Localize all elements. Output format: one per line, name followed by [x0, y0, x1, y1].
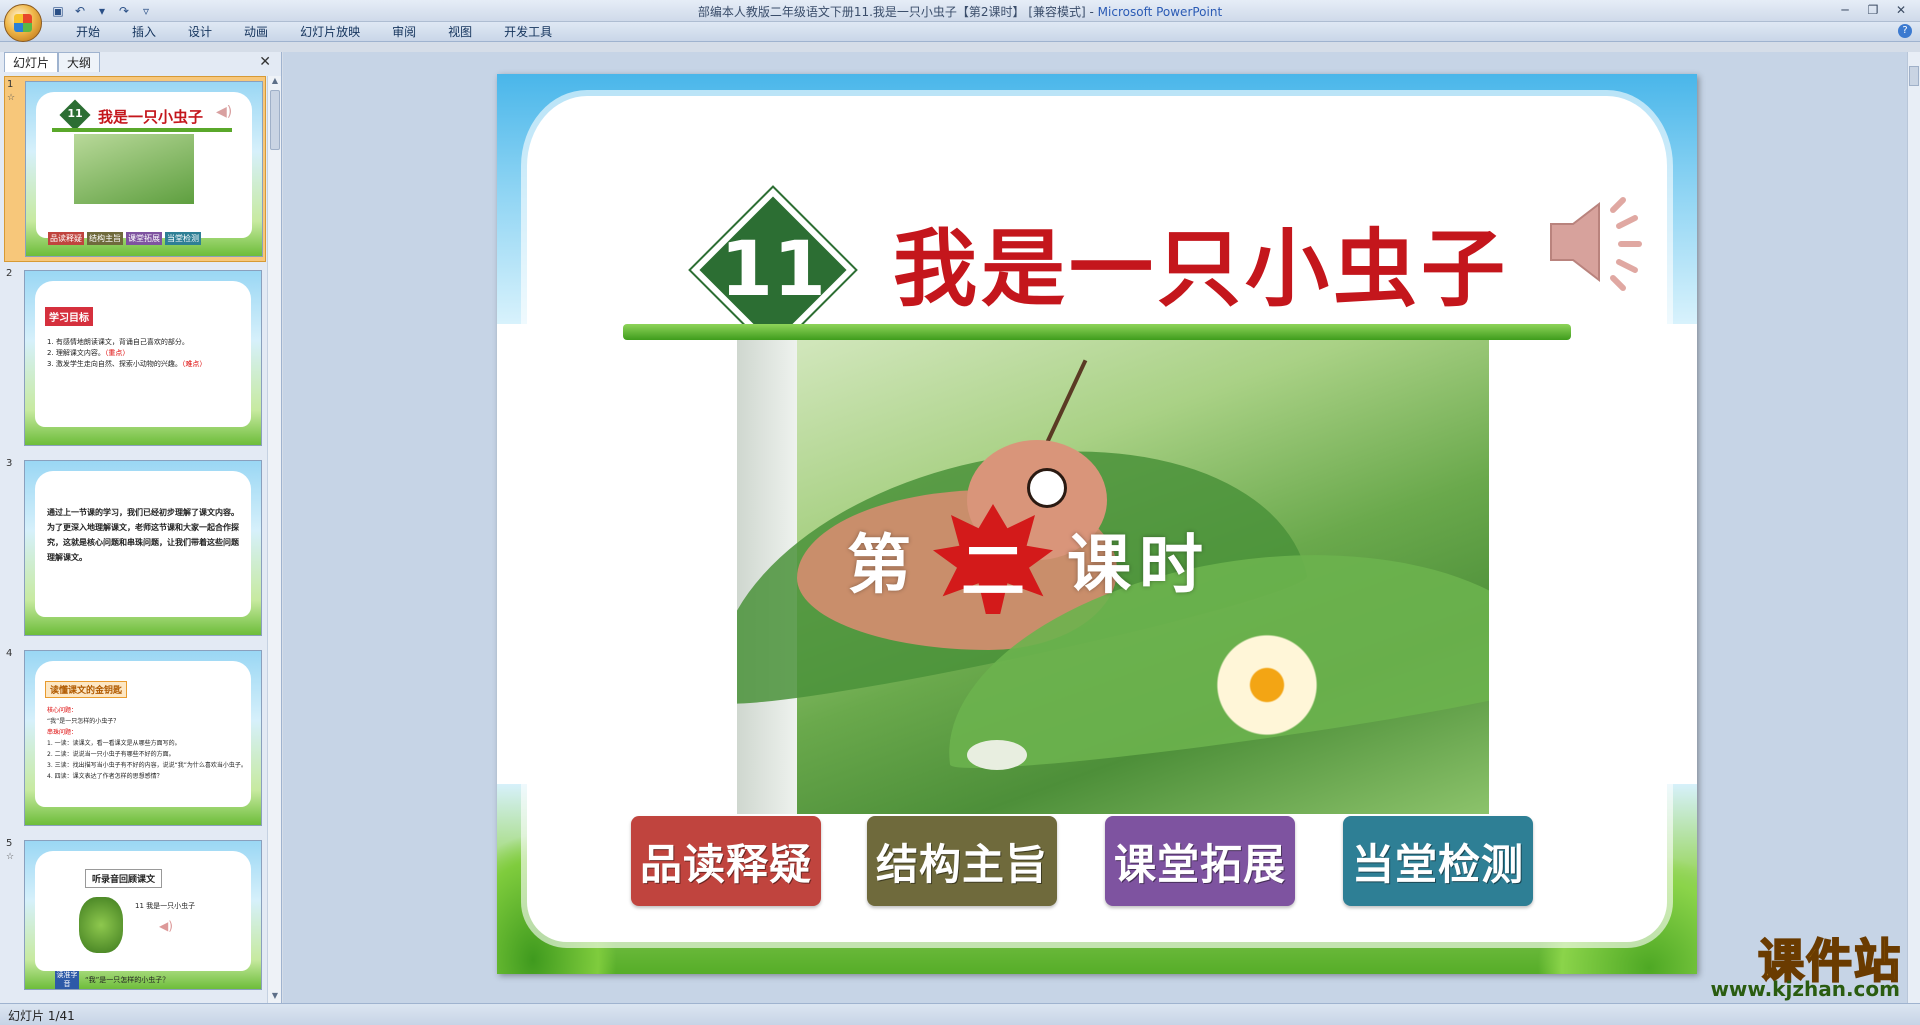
title-bar: ▣ ↶ ▾ ↷ ▿ 部编本人教版二年级语文下册11.我是一只小虫子【第2课时】 … [0, 0, 1920, 22]
arrow-right-icon [1299, 848, 1313, 872]
lesson-count: 二 [961, 535, 1025, 609]
mini-line: 3. 激发学生走向自然、探索小动物的兴趣。（难点） [47, 360, 207, 368]
mini-side-label: 读准字音 [55, 971, 79, 989]
help-icon[interactable]: ? [1898, 24, 1912, 38]
mini-paragraph: 通过上一节课的学习，我们已经初步理解了课文内容。为了更深入地理解课文，老师这节课… [47, 508, 239, 562]
slide-preview: 听录音回顾课文 11 我是一只小虫子 ◀) 读准字音 “我”是一只怎样的小虫子？ [24, 840, 262, 990]
lesson-suffix: 课时 [1067, 529, 1211, 603]
mini-photo [74, 134, 194, 204]
mini-badge-number: 11 [67, 107, 83, 120]
mini-caption: 11 我是一只小虫子 [135, 902, 196, 910]
lesson-label: 第 二 课时 [847, 504, 1447, 614]
slide-counter: 幻灯片 1/41 [8, 1009, 75, 1023]
arrow-right-icon [1061, 848, 1075, 872]
tab-slideshow[interactable]: 幻灯片放映 [284, 24, 376, 40]
tab-design[interactable]: 设计 [172, 24, 228, 40]
lesson-prefix: 第 [847, 529, 911, 603]
transition-sound-icon: ☆ [7, 93, 16, 103]
slide-thumbnail-5[interactable]: 5 ☆ 听录音回顾课文 11 我是一只小虫子 ◀) 读准字音 “我”是一只怎样的… [4, 836, 266, 996]
window-controls: ─ ❐ ✕ [1832, 1, 1914, 19]
tab-developer[interactable]: 开发工具 [488, 24, 568, 40]
close-panel-icon[interactable]: ✕ [259, 54, 271, 70]
ribbon: 开始 插入 设计 动画 幻灯片放映 审阅 视图 开发工具 ? [0, 22, 1920, 42]
speaker-icon[interactable] [1543, 192, 1663, 292]
mini-button: 结构主旨 [87, 232, 123, 245]
mini-line: 串珠问题： [47, 729, 78, 736]
mini-heading: 读懂课文的金钥匙 [45, 681, 128, 698]
slide-thumbnail-3[interactable]: 3 通过上一节课的学习，我们已经初步理解了课文内容。为了更深入地理解课文，老师这… [4, 456, 266, 642]
title-underline [623, 324, 1571, 340]
mini-line: 3. 三读：找出描写当小虫子有不好的内容，说说“我”为什么喜欢当小虫子。 [47, 762, 247, 769]
close-icon[interactable]: ✕ [1888, 1, 1914, 19]
watermark-logo: 课件站 www.kjzhan.com [1672, 925, 1902, 1003]
mini-button: 品读释疑 [48, 232, 84, 245]
slide-number: 1 [7, 79, 14, 90]
mini-line: 1. 有感情地朗读课文，背诵自己喜欢的部分。 [47, 338, 189, 346]
nav-button-test[interactable]: 当堂检测 [1343, 816, 1533, 906]
slides-panel: 幻灯片 大纲 ✕ 1 ☆ 11 我是一只小虫子 ◀) 品读释疑 结构主旨 课堂拓… [0, 52, 282, 1003]
arrow-right-icon [823, 848, 837, 872]
scroll-thumb[interactable] [270, 90, 280, 150]
office-logo-icon [14, 14, 32, 32]
slide-preview: 通过上一节课的学习，我们已经初步理解了课文内容。为了更深入地理解课文，老师这节课… [24, 460, 262, 636]
slide-number: 3 [6, 458, 13, 469]
ribbon-tabs: 开始 插入 设计 动画 幻灯片放映 审阅 视图 开发工具 [60, 24, 568, 40]
mini-question: “我”是一只怎样的小虫子？ [85, 976, 170, 984]
scroll-down-icon[interactable]: ▼ [268, 991, 282, 1003]
mini-line: 2. 二读：说说当一只小虫子有哪些不好的方面。 [47, 751, 175, 758]
slide-preview: 学习目标 1. 有感情地朗读课文，背诵自己喜欢的部分。 2. 理解课文内容。（重… [24, 270, 262, 446]
tab-insert[interactable]: 插入 [116, 24, 172, 40]
mini-line: “我”是一只怎样的小虫子？ [47, 718, 120, 725]
slide-canvas: 11 我是一只小虫子 第 二 课时 品读释疑 结构主旨 课堂拓展 当堂检测 [497, 74, 1697, 974]
grasshopper-icon [79, 897, 123, 953]
slide-number: 5 [6, 838, 13, 849]
mini-line: 4. 四读：课文表达了作者怎样的思想感情？ [47, 773, 163, 780]
app-name: Microsoft PowerPoint [1097, 5, 1223, 19]
editor-scrollbar[interactable] [1907, 52, 1920, 1003]
window-title: 部编本人教版二年级语文下册11.我是一只小虫子【第2课时】 [兼容模式] - M… [0, 3, 1920, 20]
nav-button-structure[interactable]: 结构主旨 [867, 816, 1057, 906]
flower-icon [1207, 630, 1327, 740]
office-button[interactable] [4, 4, 42, 42]
tab-home[interactable]: 开始 [60, 24, 116, 40]
mini-button: 当堂检测 [165, 232, 201, 245]
document-title: 部编本人教版二年级语文下册11.我是一只小虫子【第2课时】 [兼容模式] - [697, 5, 1098, 19]
slide-number: 2 [6, 268, 13, 279]
tab-animations[interactable]: 动画 [228, 24, 284, 40]
panel-tabs: 幻灯片 大纲 [4, 52, 101, 72]
slide-thumbnail-4[interactable]: 4 读懂课文的金钥匙 核心问题： “我”是一只怎样的小虫子？ 串珠问题： 1. … [4, 646, 266, 832]
title-area: 11 我是一只小虫子 [497, 74, 1697, 374]
slide-thumbnail-2[interactable]: 2 学习目标 1. 有感情地朗读课文，背诵自己喜欢的部分。 2. 理解课文内容。… [4, 266, 266, 452]
speaker-icon: ◀) [159, 919, 173, 933]
tab-review[interactable]: 审阅 [376, 24, 432, 40]
tab-slides[interactable]: 幻灯片 [4, 52, 59, 72]
mini-line: 2. 理解课文内容。（重点） [47, 349, 130, 357]
slide-number: 4 [6, 648, 13, 659]
nav-button-read[interactable]: 品读释疑 [631, 816, 821, 906]
slide-preview: 11 我是一只小虫子 ◀) 品读释疑 结构主旨 课堂拓展 当堂检测 [25, 81, 263, 257]
mini-heading: 学习目标 [45, 307, 93, 326]
mini-button: 课堂拓展 [126, 232, 162, 245]
mini-line: 1. 一读：读课文，看一看课文是从哪些方面写的。 [47, 740, 181, 747]
scroll-up-icon[interactable]: ▲ [268, 76, 282, 88]
transition-sound-icon: ☆ [6, 852, 15, 862]
section-nav: 品读释疑 结构主旨 课堂拓展 当堂检测 [631, 816, 1567, 906]
panel-scrollbar[interactable]: ▲ ▼ [267, 76, 281, 1003]
maximize-icon[interactable]: ❐ [1860, 1, 1886, 19]
mini-line: 核心问题： [47, 707, 78, 714]
slide-preview: 读懂课文的金钥匙 核心问题： “我”是一只怎样的小虫子？ 串珠问题： 1. 一读… [24, 650, 262, 826]
mini-heading: 听录音回顾课文 [85, 869, 163, 888]
tab-view[interactable]: 视图 [432, 24, 488, 40]
status-bar: 幻灯片 1/41 [0, 1003, 1920, 1025]
nav-button-extension[interactable]: 课堂拓展 [1105, 816, 1295, 906]
speaker-icon: ◀) [216, 104, 233, 120]
scroll-thumb[interactable] [1909, 66, 1919, 86]
tab-outline[interactable]: 大纲 [58, 52, 101, 72]
mini-title: 我是一只小虫子 [98, 108, 204, 126]
slide-title: 我是一只小虫子 [893, 220, 1510, 318]
watermark-url: www.kjzhan.com [1710, 977, 1900, 1001]
lesson-number: 11 [720, 224, 826, 313]
minimize-icon[interactable]: ─ [1832, 1, 1858, 19]
slide-thumbnail-1[interactable]: 1 ☆ 11 我是一只小虫子 ◀) 品读释疑 结构主旨 课堂拓展 当堂检测 [4, 76, 266, 262]
